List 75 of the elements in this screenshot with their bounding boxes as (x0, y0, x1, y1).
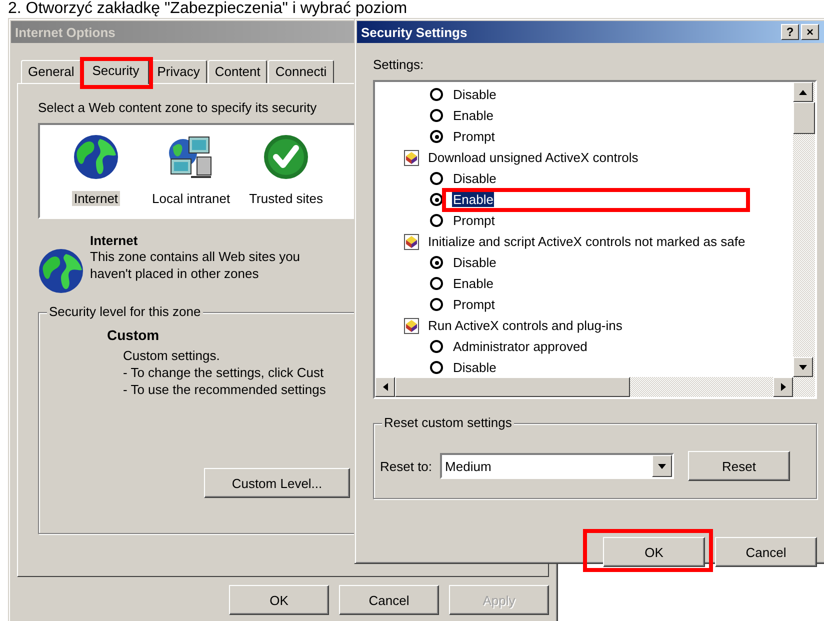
level-description: Custom settings. (123, 347, 221, 364)
scroll-up-button[interactable] (793, 82, 813, 102)
radio-label[interactable]: Disable (452, 87, 498, 102)
radio-button[interactable] (430, 130, 443, 143)
scroll-thumb[interactable] (395, 377, 630, 397)
radio-button[interactable] (430, 340, 443, 353)
caret-icon (658, 464, 666, 468)
radio-button[interactable] (430, 193, 443, 206)
checkmark-circle-icon (262, 133, 310, 181)
radio-label[interactable]: Enable (452, 108, 494, 123)
window-title: Security Settings (361, 24, 468, 40)
radio-button[interactable] (430, 214, 443, 227)
instruction-text: Select a Web content zone to specify its security (38, 100, 318, 115)
radio-label[interactable]: Disable (452, 171, 498, 186)
radio-label[interactable]: Disable (452, 360, 498, 375)
zone-item[interactable]: Local intranet (150, 191, 232, 206)
radio-label[interactable]: Enable (452, 276, 494, 291)
zone-description: This zone contains all Web sites you haven't placed in other zones (90, 248, 302, 282)
zone-item[interactable]: Internet (72, 191, 120, 206)
scroll-left-button[interactable] (375, 377, 395, 397)
setting-group-icon (403, 148, 420, 166)
tab[interactable]: Privacy (150, 60, 207, 83)
radio-label[interactable]: Prompt (452, 213, 496, 228)
dialog-button[interactable]: Cancel (715, 537, 817, 567)
scroll-down-button[interactable] (793, 357, 813, 377)
level-description: - To change the settings, click Cust (123, 364, 325, 381)
tab[interactable]: Connecti (268, 60, 334, 83)
radio-label[interactable]: Prompt (452, 129, 496, 144)
zone-name: Internet (90, 233, 138, 248)
zone-item[interactable]: Trusted sites (247, 191, 326, 206)
globe-icon (38, 248, 84, 294)
window-title: Internet Options (15, 24, 116, 40)
radio-label[interactable]: Administrator approved (452, 339, 588, 354)
reset-level-dropdown[interactable]: Medium (440, 453, 674, 479)
field-label: Reset to: (380, 458, 432, 474)
setting-heading: Initialize and script ActiveX controls not marked as safe (428, 234, 746, 249)
group-label: Security level for this zone (47, 304, 203, 319)
globe-icon (72, 133, 120, 181)
dropdown-button[interactable] (652, 455, 672, 477)
dialog-button[interactable]: OK (603, 537, 705, 567)
radio-button[interactable] (430, 298, 443, 311)
custom-level-button[interactable]: Custom Level... (204, 468, 350, 498)
group-label: Reset custom settings (382, 415, 514, 430)
right-arrow-icon (780, 383, 786, 391)
radio-button[interactable] (430, 88, 443, 101)
radio-button[interactable] (430, 361, 443, 374)
dialog-button[interactable]: Cancel (339, 585, 439, 615)
down-arrow-icon (799, 364, 807, 370)
tab[interactable]: General (21, 60, 82, 83)
setting-heading: Run ActiveX controls and plug-ins (428, 318, 622, 333)
radio-label[interactable]: Disable (452, 255, 498, 270)
tab[interactable]: Content (208, 60, 268, 83)
radio-button[interactable] (430, 277, 443, 290)
setting-heading: Download unsigned ActiveX controls (428, 150, 638, 165)
help-button[interactable]: ? (781, 24, 799, 40)
close-button[interactable]: × (801, 24, 819, 40)
up-arrow-icon (799, 90, 807, 94)
scroll-right-button[interactable] (773, 377, 793, 397)
settings-label: Settings: (373, 57, 425, 72)
level-description: - To use the recommended settings (123, 381, 327, 398)
scroll-thumb[interactable] (793, 102, 815, 134)
instruction-heading: 2. Otworzyć zakładkę "Zabezpieczenia" i wybrać poziom (7, 0, 408, 18)
radio-button[interactable] (430, 109, 443, 122)
vertical-scrollbar[interactable] (793, 82, 815, 377)
radio-label[interactable]: Prompt (452, 297, 496, 312)
setting-group-icon (403, 316, 420, 334)
setting-group-icon (403, 232, 420, 250)
radio-label[interactable]: Enable (452, 192, 494, 207)
horizontal-scrollbar[interactable] (375, 377, 815, 397)
dialog-button[interactable]: OK (229, 585, 329, 615)
radio-button[interactable] (430, 172, 443, 185)
level-name: Custom (107, 327, 160, 343)
radio-button[interactable] (430, 256, 443, 269)
reset-button[interactable]: Reset (688, 451, 790, 481)
left-arrow-icon (382, 383, 388, 391)
